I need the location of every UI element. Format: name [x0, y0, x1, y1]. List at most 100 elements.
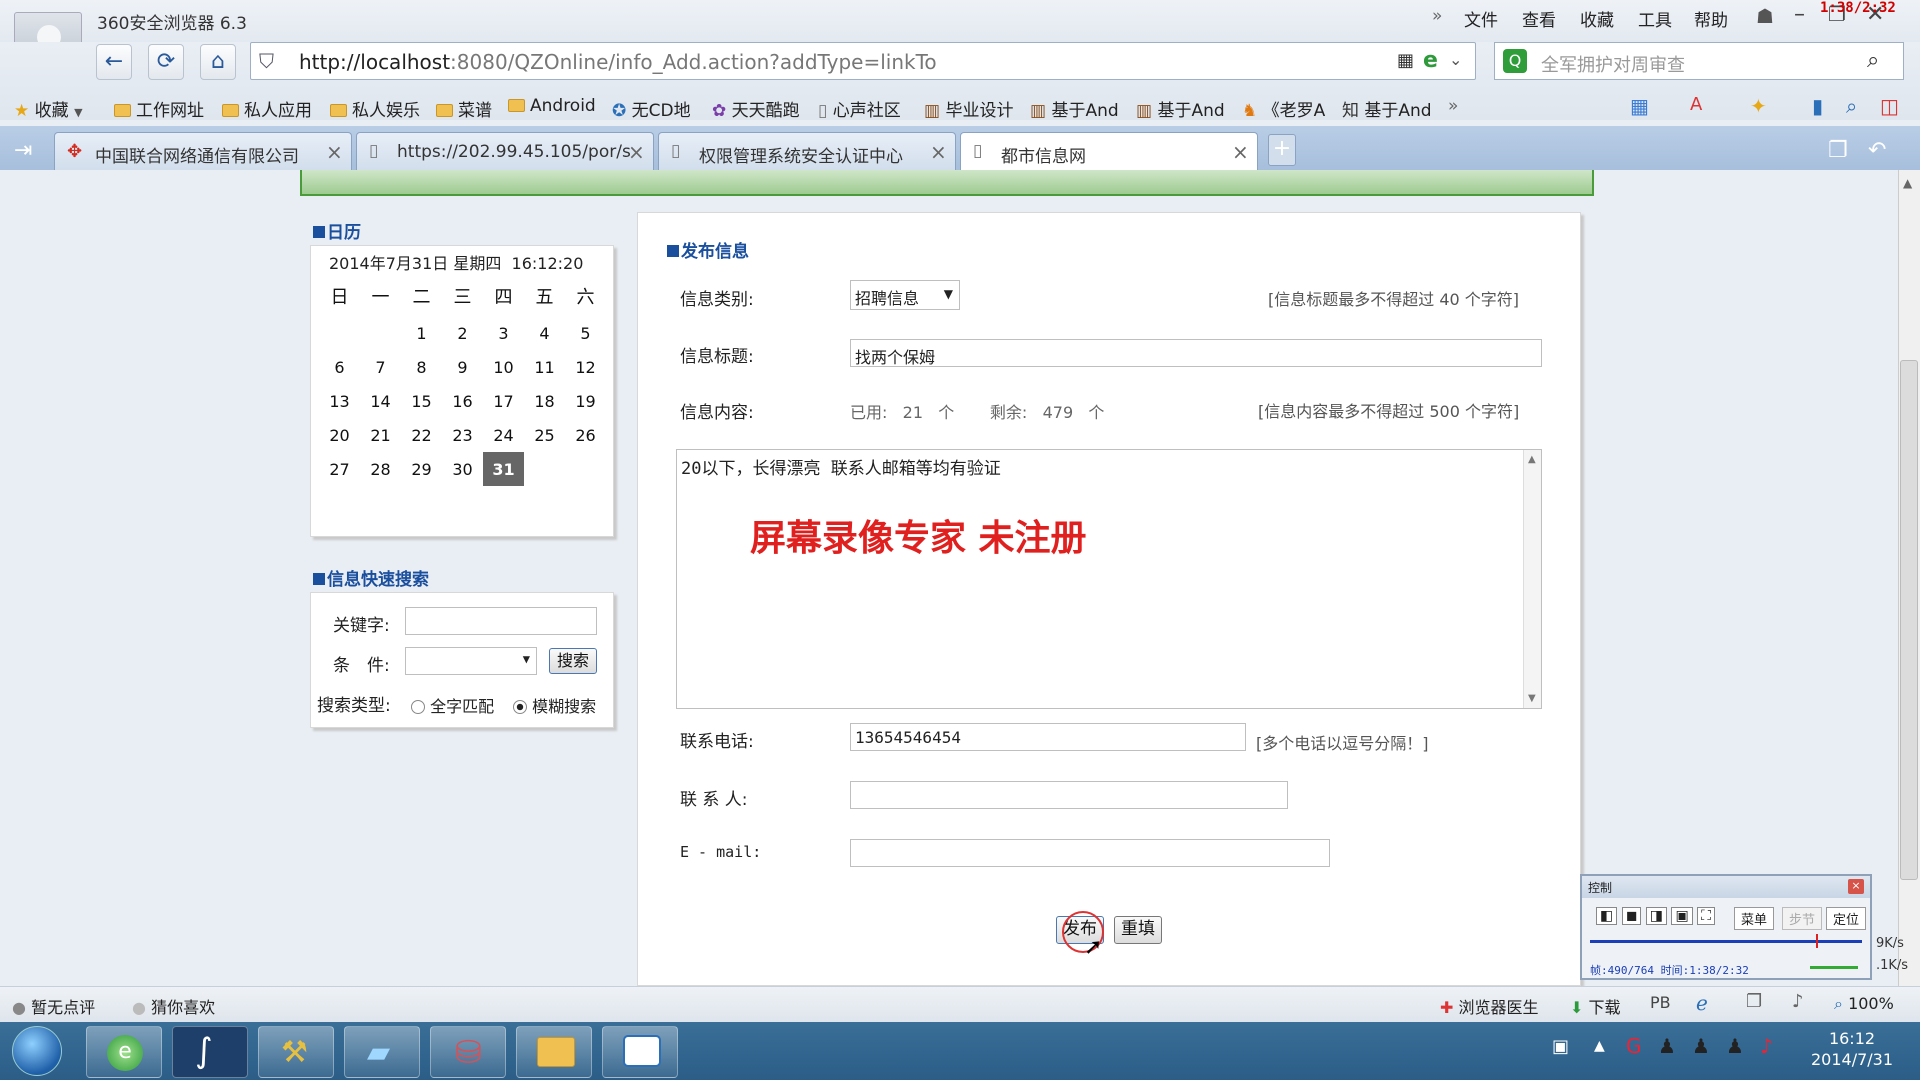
- bookmark-android-3[interactable]: 知 基于And: [1342, 96, 1432, 121]
- sidebar-toggle-icon[interactable]: ⇥: [14, 138, 32, 163]
- calendar-day[interactable]: 7: [360, 350, 401, 384]
- recorder-locate-button[interactable]: 定位: [1826, 907, 1867, 930]
- taskbar-360-browser[interactable]: e: [86, 1026, 162, 1078]
- radio-fuzzy[interactable]: 模糊搜索: [513, 693, 596, 717]
- calendar-day[interactable]: 28: [360, 452, 401, 486]
- reset-button[interactable]: 重填: [1114, 916, 1162, 944]
- tray-sogou-icon[interactable]: G: [1626, 1034, 1642, 1058]
- calendar-day[interactable]: 8: [401, 350, 442, 384]
- taskbar-eclipse[interactable]: ∫: [172, 1026, 248, 1078]
- contact-input[interactable]: [850, 781, 1288, 809]
- scrollbar-thumb[interactable]: [1900, 360, 1918, 880]
- search-button[interactable]: 搜索: [549, 648, 597, 674]
- url-dropdown-chevron-icon[interactable]: ⌄: [1449, 50, 1462, 69]
- calendar-day[interactable]: 26: [565, 418, 606, 452]
- bookmarks-more-chevron[interactable]: »: [1448, 96, 1458, 116]
- qrcode-icon[interactable]: ▦: [1397, 50, 1414, 71]
- calendar-day[interactable]: 6: [319, 350, 360, 384]
- search-box[interactable]: Q 全军拥护对周审查 ⌕: [1494, 42, 1904, 80]
- fit-icon[interactable]: ⛶: [1697, 907, 1715, 925]
- calendar-day[interactable]: 13: [319, 384, 360, 418]
- tray-clock[interactable]: 16:12 2014/7/31: [1800, 1028, 1904, 1070]
- taskbar-notebook[interactable]: ▰: [344, 1026, 420, 1078]
- radio-circle-checked[interactable]: [513, 700, 527, 714]
- prev-frame-icon[interactable]: ◧: [1596, 907, 1618, 925]
- notes-icon[interactable]: ▮: [1812, 94, 1823, 118]
- tray-expand-icon[interactable]: ▲: [1594, 1038, 1605, 1054]
- bookmark-nocd[interactable]: ✪ 无CD地: [612, 96, 691, 121]
- calendar-day[interactable]: 19: [565, 384, 606, 418]
- calendar-day[interactable]: 24: [483, 418, 524, 452]
- skin-icon[interactable]: ☗: [1756, 4, 1774, 28]
- restore-tabs-icon[interactable]: ❐: [1828, 138, 1848, 163]
- tab-https-portal[interactable]: ▯ https://202.99.45.105/por/s: [356, 132, 654, 170]
- recorder-step-button[interactable]: 步节: [1782, 907, 1823, 930]
- calendar-day[interactable]: 10: [483, 350, 524, 384]
- taskbar-tools[interactable]: ⚒: [258, 1026, 334, 1078]
- menu-file[interactable]: 文件: [1464, 6, 1498, 31]
- content-textarea[interactable]: 20以下，长得漂亮 联系人邮箱等均有验证 ▲ ▼: [676, 449, 1542, 709]
- radio-circle[interactable]: [411, 700, 425, 714]
- calendar-day[interactable]: 18: [524, 384, 565, 418]
- address-bar[interactable]: ⛉ http://localhost:8080/QZOnline/info_Ad…: [250, 42, 1476, 80]
- zoom-level[interactable]: ⌕ 100%: [1834, 994, 1894, 1014]
- ie-mode-icon[interactable]: e: [1423, 48, 1438, 73]
- zoom-tool-icon[interactable]: ⌕: [1846, 94, 1857, 118]
- recommend-status[interactable]: ● 猜你喜欢: [132, 994, 215, 1018]
- calendar-day[interactable]: 15: [401, 384, 442, 418]
- calendar-day[interactable]: 29: [401, 452, 442, 486]
- tab-close-icon[interactable]: ×: [1232, 140, 1249, 164]
- tray-muted-sound-icon[interactable]: ♪: [1760, 1034, 1773, 1058]
- window-icon[interactable]: ❐: [1746, 991, 1762, 1012]
- refresh-icon[interactable]: ⟳: [148, 44, 184, 80]
- url-text[interactable]: http://localhost:8080/QZOnline/info_Add.…: [299, 50, 937, 74]
- calendar-day[interactable]: 12: [565, 350, 606, 384]
- minimize-icon[interactable]: –: [1794, 2, 1805, 27]
- radio-exact[interactable]: 全字匹配: [411, 693, 494, 717]
- scroll-down-icon[interactable]: ▼: [1528, 693, 1536, 704]
- phone-input[interactable]: 13654546454: [850, 723, 1246, 751]
- calendar-day[interactable]: 2: [442, 316, 483, 350]
- sound-icon[interactable]: ♪: [1792, 991, 1804, 1012]
- translate-icon[interactable]: A: [1690, 94, 1702, 115]
- next-frame-icon[interactable]: ◨: [1645, 907, 1667, 925]
- new-tab-button[interactable]: +: [1268, 134, 1296, 166]
- title-input[interactable]: 找两个保姆: [850, 339, 1542, 367]
- tab-unicom[interactable]: ✥ 中国联合网络通信有限公司: [54, 132, 352, 170]
- rating-status[interactable]: ● 暂无点评: [12, 994, 95, 1018]
- calendar-day[interactable]: 17: [483, 384, 524, 418]
- tab-close-icon[interactable]: ×: [628, 140, 645, 164]
- bookmark-folder-recipes[interactable]: 菜谱: [436, 96, 492, 121]
- calendar-day[interactable]: 9: [442, 350, 483, 384]
- bookmark-graduation[interactable]: ▥ 毕业设计: [924, 96, 1013, 121]
- bookmark-folder-work[interactable]: 工作网址: [114, 96, 204, 121]
- tab-city-info[interactable]: ▯ 都市信息网: [960, 132, 1258, 171]
- calendar-day[interactable]: 22: [401, 418, 442, 452]
- calendar-day[interactable]: 5: [565, 316, 606, 350]
- browser-doctor[interactable]: ✚ 浏览器医生: [1440, 994, 1539, 1018]
- bookmark-folder-private-apps[interactable]: 私人应用: [222, 96, 312, 121]
- apps-grid-icon[interactable]: ▦: [1630, 94, 1649, 118]
- condition-select[interactable]: ▼: [405, 647, 537, 675]
- menu-tools[interactable]: 工具: [1638, 6, 1672, 31]
- menu-favorites[interactable]: 收藏: [1580, 6, 1614, 31]
- tray-qq-icon-2[interactable]: ♟: [1692, 1034, 1710, 1058]
- textarea-scrollbar[interactable]: ▲ ▼: [1523, 450, 1541, 708]
- bookmark-laoluo[interactable]: ♞ 《老罗A: [1242, 96, 1325, 121]
- keyword-input[interactable]: [405, 607, 597, 635]
- extension-icon[interactable]: ✦: [1750, 94, 1767, 118]
- bookmark-folder-entertainment[interactable]: 私人娱乐: [330, 96, 420, 121]
- calendar-day[interactable]: 16: [442, 384, 483, 418]
- tray-keyboard-icon[interactable]: ▣: [1552, 1036, 1569, 1057]
- calendar-day[interactable]: 20: [319, 418, 360, 452]
- calendar-day[interactable]: 11: [524, 350, 565, 384]
- ie-icon[interactable]: ℯ: [1696, 991, 1708, 1015]
- pause-icon[interactable]: ◼: [1621, 907, 1642, 925]
- taskbar-explorer[interactable]: [516, 1026, 592, 1078]
- category-select[interactable]: 招聘信息 ▼: [850, 280, 960, 310]
- undo-close-icon[interactable]: ↶: [1868, 138, 1886, 163]
- search-engine-icon[interactable]: Q: [1503, 49, 1527, 73]
- home-icon[interactable]: ⌂: [200, 44, 236, 80]
- taskbar-messages[interactable]: [602, 1026, 678, 1078]
- menu-view[interactable]: 查看: [1522, 6, 1556, 31]
